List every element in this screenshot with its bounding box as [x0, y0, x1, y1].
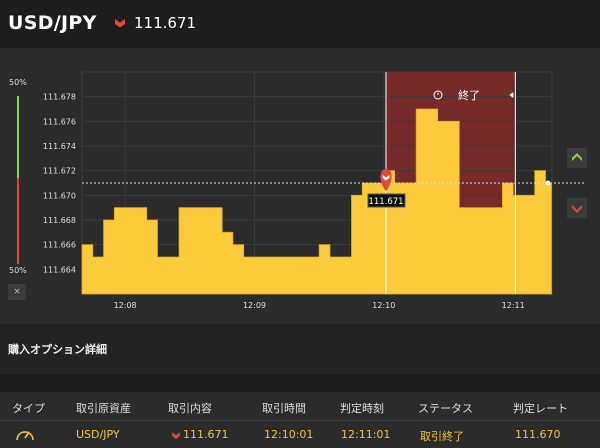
section-title: 購入オプション詳細 [8, 343, 107, 356]
col-content: 取引内容 [168, 402, 212, 415]
x-tick-label: 12:10 [372, 301, 395, 310]
table-row[interactable]: USD/JPY 111.671 12:10:01 12:11:01 取引終了 1… [0, 420, 600, 448]
header-bar: USD/JPY 111.671 [0, 0, 600, 48]
y-tick-label: 111.666 [43, 241, 76, 250]
y-tick-label: 111.678 [43, 93, 76, 102]
row-status: 取引終了 [420, 430, 464, 443]
timer-icon [16, 431, 34, 441]
y-tick-label: 111.664 [43, 265, 76, 274]
down-arrow-icon [115, 19, 125, 28]
y-tick-label: 111.670 [43, 191, 76, 200]
row-content: 111.671 [183, 428, 229, 441]
y-tick-label: 111.668 [43, 216, 76, 225]
col-asset: 取引原資産 [76, 402, 131, 415]
col-status: ステータス [418, 402, 473, 415]
price-chart: 111.678 111.676 111.674 111.672 111.670 111.6… [43, 71, 584, 310]
currency-pair-title: USD/JPY [8, 12, 97, 34]
high-button[interactable] [567, 148, 587, 168]
col-rate: 判定レート [513, 402, 568, 415]
low-button[interactable] [567, 198, 587, 218]
down-arrow-icon [572, 205, 582, 213]
row-time: 12:10:01 [264, 428, 314, 441]
y-tick-label: 111.672 [43, 167, 76, 176]
price-marker-label: 111.671 [368, 197, 403, 207]
x-tick-label: 12:11 [502, 301, 525, 310]
chart-panel: 50% 50% × 111.678 111.676 111.674 111.672 11… [0, 48, 600, 324]
row-judge-time: 12:11:01 [341, 428, 391, 441]
y-tick-label: 111.676 [43, 117, 76, 126]
row-rate: 111.670 [515, 428, 561, 441]
col-judge-time: 判定時刻 [340, 402, 384, 415]
col-type: タイプ [12, 402, 45, 415]
current-price: 111.671 [134, 14, 197, 32]
col-time: 取引時間 [262, 402, 306, 415]
purchase-details-section: 購入オプション詳細 [0, 324, 600, 374]
end-label: 終了 [458, 88, 480, 102]
x-tick-label: 12:08 [114, 301, 137, 310]
up-arrow-icon [572, 153, 582, 161]
current-price-dot [545, 180, 551, 186]
table-header: タイプ 取引原資産 取引内容 取引時間 判定時刻 ステータス 判定レート [0, 392, 600, 420]
down-arrow-icon [172, 432, 180, 439]
x-tick-label: 12:09 [243, 301, 266, 310]
y-tick-label: 111.674 [43, 142, 76, 151]
row-asset: USD/JPY [76, 428, 120, 441]
